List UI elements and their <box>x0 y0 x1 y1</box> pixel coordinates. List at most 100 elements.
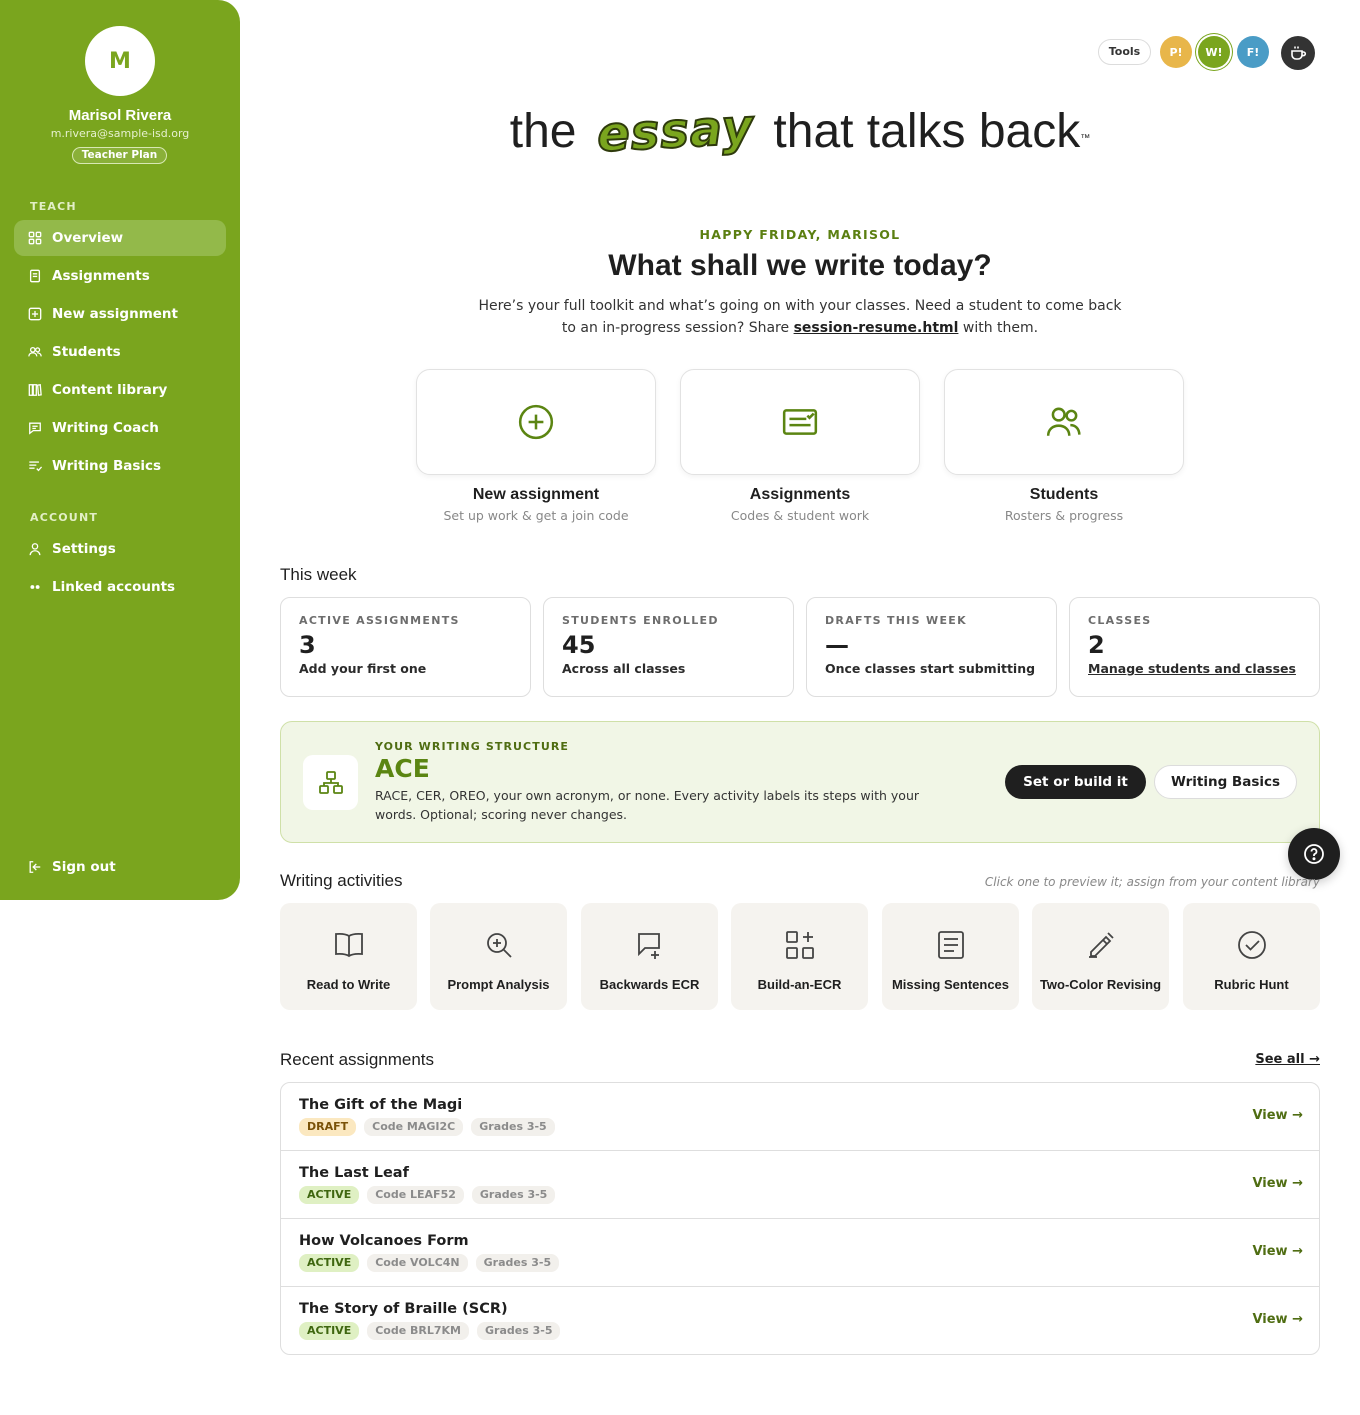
sidebar-item-assignments[interactable]: Assignments <box>14 258 226 294</box>
help-button[interactable] <box>1288 828 1340 880</box>
assignment-title: How Volcanoes Form <box>299 1233 469 1249</box>
sidebar-item-label: Writing Coach <box>52 420 159 436</box>
recent-assignments-list: The Gift of the Magi DRAFT Code MAGI2C G… <box>280 1082 1320 1355</box>
stat-label: ACTIVE ASSIGNMENTS <box>299 614 460 627</box>
activity-label: Missing Sentences <box>891 977 1010 992</box>
sidebar-item-students[interactable]: Students <box>14 334 226 370</box>
table-row[interactable]: The Gift of the Magi DRAFT Code MAGI2C G… <box>281 1083 1319 1151</box>
text-document-icon <box>937 931 964 959</box>
set-or-build-button[interactable]: Set or build it <box>1005 765 1146 799</box>
assignment-card-icon <box>782 409 818 435</box>
coffee-icon <box>1291 46 1307 60</box>
chat-icon <box>29 422 41 435</box>
sign-out-button[interactable]: Sign out <box>14 849 226 885</box>
this-week-title: This week <box>280 565 357 584</box>
activity-label: Backwards ECR <box>599 977 700 992</box>
hero-tagline: the essay that talks back ™ <box>280 98 1320 164</box>
sidebar-item-label: Linked accounts <box>52 579 176 595</box>
sidebar-item-content-library[interactable]: Content library <box>14 372 226 408</box>
w-badge-button[interactable]: W! <box>1198 36 1230 68</box>
grid-icon <box>28 231 42 245</box>
sidebar-item-new-assignment[interactable]: New assignment <box>14 296 226 332</box>
p-badge-button[interactable]: P! <box>1160 36 1192 68</box>
view-link[interactable]: View → <box>1252 1108 1303 1123</box>
new-assignment-card[interactable] <box>416 369 656 475</box>
assignments-card[interactable] <box>680 369 920 475</box>
sidebar-item-writing-basics[interactable]: Writing Basics <box>14 448 226 484</box>
list-icon <box>29 461 42 472</box>
page-title: What shall we write today? <box>608 249 992 282</box>
tools-button[interactable]: Tools <box>1098 39 1151 65</box>
sidebar-item-label: Writing Basics <box>52 458 162 474</box>
assignment-tags: ACTIVE Code BRL7KM Grades 3-5 <box>299 1322 561 1340</box>
quick-card-subtitle: Set up work & get a join code <box>443 508 629 523</box>
plan-badge: Teacher Plan <box>72 147 167 164</box>
stat-card-classes: CLASSES 2 Manage students and classes <box>1069 597 1320 697</box>
plus-circle-icon <box>518 404 554 440</box>
stat-card-students-enrolled: STUDENTS ENROLLED 45 Across all classes <box>543 597 794 697</box>
activity-read-to-write[interactable]: Read to Write <box>280 903 417 1010</box>
structure-description: RACE, CER, OREO, your own acronym, or no… <box>375 788 920 822</box>
table-row[interactable]: How Volcanoes Form ACTIVE Code VOLC4N Gr… <box>281 1219 1319 1287</box>
manage-classes-link[interactable]: Manage students and classes <box>1088 661 1301 676</box>
sidebar-item-label: Students <box>52 344 121 360</box>
sidebar-item-label: New assignment <box>52 306 178 322</box>
user-name: Marisol Rivera <box>68 107 172 124</box>
sidebar-item-linked-accounts[interactable]: Linked accounts <box>14 569 226 605</box>
see-all-link[interactable]: See all → <box>1220 1052 1320 1067</box>
assignment-title: The Story of Braille (SCR) <box>299 1301 508 1317</box>
table-row[interactable]: The Last Leaf ACTIVE Code LEAF52 Grades … <box>281 1151 1319 1219</box>
library-icon <box>28 383 42 397</box>
quick-card-subtitle: Codes & student work <box>730 508 870 523</box>
f-badge-button[interactable]: F! <box>1237 36 1269 68</box>
section-label-account: ACCOUNT <box>30 511 99 524</box>
activity-two-color-revising[interactable]: Two-Color Revising <box>1032 903 1169 1010</box>
activity-rubric-hunt[interactable]: Rubric Hunt <box>1183 903 1320 1010</box>
user-icon <box>29 543 41 556</box>
check-circle-icon <box>1237 931 1266 959</box>
sidebar-item-writing-coach[interactable]: Writing Coach <box>14 410 226 446</box>
hero-after: that talks back <box>773 104 1081 158</box>
link-icon <box>30 585 40 589</box>
status-badge: ACTIVE <box>299 1186 360 1204</box>
sidebar: M Marisol Rivera m.rivera@sample-isd.org… <box>0 0 240 900</box>
grades-badge: Grades 3-5 <box>477 1322 561 1340</box>
activity-label: Build-an-ECR <box>757 977 842 992</box>
assignment-tags: ACTIVE Code LEAF52 Grades 3-5 <box>299 1186 556 1204</box>
join-code-badge: Code VOLC4N <box>367 1254 468 1272</box>
document-icon <box>29 269 41 283</box>
status-badge: DRAFT <box>299 1118 357 1136</box>
stat-label: CLASSES <box>1088 614 1152 627</box>
stat-value: 45 <box>562 631 596 659</box>
activity-backwards-ecr[interactable]: Backwards ECR <box>581 903 718 1010</box>
activity-prompt-analysis[interactable]: Prompt Analysis <box>430 903 567 1010</box>
stat-sub: Once classes start submitting <box>825 661 1036 676</box>
activity-missing-sentences[interactable]: Missing Sentences <box>882 903 1019 1010</box>
stat-label: DRAFTS THIS WEEK <box>825 614 967 627</box>
recent-assignments-title: Recent assignments <box>280 1050 435 1069</box>
view-link[interactable]: View → <box>1252 1244 1303 1259</box>
avatar[interactable]: M <box>85 26 155 96</box>
sidebar-item-overview[interactable]: Overview <box>14 220 226 256</box>
sidebar-item-label: Overview <box>52 230 124 246</box>
activity-build-an-ecr[interactable]: Build-an-ECR <box>731 903 868 1010</box>
grades-badge: Grades 3-5 <box>471 1118 555 1136</box>
message-plus-icon <box>637 933 660 959</box>
sign-out-label: Sign out <box>52 859 116 875</box>
activity-label: Read to Write <box>306 977 391 992</box>
coffee-button[interactable] <box>1281 36 1315 70</box>
stat-sub: Across all classes <box>562 661 686 676</box>
zoom-in-icon <box>486 933 512 958</box>
view-link[interactable]: View → <box>1252 1312 1303 1327</box>
users-icon <box>28 346 42 357</box>
students-card[interactable] <box>944 369 1184 475</box>
session-resume-link[interactable]: session-resume.html <box>794 320 959 336</box>
view-link[interactable]: View → <box>1252 1176 1303 1191</box>
assignment-title: The Gift of the Magi <box>299 1097 463 1113</box>
hero-before: the <box>509 104 577 158</box>
table-row[interactable]: The Story of Braille (SCR) ACTIVE Code B… <box>281 1287 1319 1354</box>
status-badge: ACTIVE <box>299 1254 360 1272</box>
writing-basics-button[interactable]: Writing Basics <box>1154 765 1297 799</box>
sidebar-item-settings[interactable]: Settings <box>14 531 226 567</box>
writing-structure-panel: YOUR WRITING STRUCTURE ACE RACE, CER, OR… <box>280 721 1320 843</box>
